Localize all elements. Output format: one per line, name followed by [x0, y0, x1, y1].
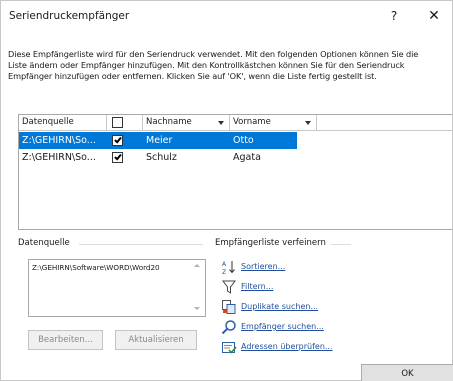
close-button[interactable]: ✕	[419, 5, 449, 27]
row-checkbox-cell	[107, 132, 143, 149]
svg-text:A: A	[222, 261, 227, 268]
refresh-button[interactable]: Aktualisieren	[115, 330, 197, 350]
divider	[331, 244, 351, 245]
find-recipient-link[interactable]: Empfänger suchen...	[241, 322, 324, 331]
mail-merge-recipients-dialog: Seriendruckempfänger ? ✕ Diese Empfänger…	[0, 0, 453, 381]
table-row[interactable]: Z:\GEHIRN\So... Meier Otto	[19, 132, 297, 149]
duplicates-link[interactable]: Duplikate suchen...	[241, 302, 318, 311]
table-header: Datenquelle Nachname Vorname	[19, 115, 453, 131]
validate-addresses-link[interactable]: Adressen überprüfen...	[241, 342, 333, 351]
row-first-name: Otto	[233, 135, 254, 146]
description-line: Diese Empfängerliste wird für den Serien…	[8, 49, 419, 59]
divider	[79, 244, 203, 245]
scroll-up-icon[interactable]	[194, 264, 200, 267]
help-button[interactable]: ?	[379, 5, 409, 27]
checkmark-icon	[114, 152, 122, 161]
dialog-title: Seriendruckempfänger	[9, 10, 130, 22]
datasource-list[interactable]: Z:\GEHIRN\Software\WORD\Word20	[28, 259, 206, 317]
description-line: Liste ändern oder Empfänger hinzufügen. …	[8, 60, 405, 70]
column-header-first-name[interactable]: Vorname	[230, 115, 317, 131]
sort-icon: A Z	[222, 261, 235, 275]
row-last-name: Meier	[146, 135, 173, 146]
validate-address-icon	[222, 342, 237, 354]
checkmark-icon	[114, 135, 122, 144]
column-header-last-name-label: Nachname	[146, 117, 192, 127]
edit-button[interactable]: Bearbeiten...	[28, 330, 103, 350]
table-row[interactable]: Z:\GEHIRN\So... Schulz Agata	[19, 149, 297, 166]
search-icon	[221, 320, 236, 335]
row-checkbox[interactable]	[112, 135, 123, 146]
chevron-down-icon[interactable]	[305, 121, 311, 125]
scroll-down-icon[interactable]	[194, 307, 200, 310]
refine-section-label: Empfängerliste verfeinern	[215, 238, 326, 248]
column-header-select-all[interactable]	[107, 115, 143, 131]
datasource-scrollbar[interactable]	[189, 260, 206, 316]
row-checkbox-cell	[107, 149, 143, 166]
recipient-table[interactable]: Datenquelle Nachname Vorname Z:\GEHIRN\S…	[18, 114, 453, 230]
row-checkbox[interactable]	[112, 152, 123, 163]
duplicates-icon	[222, 300, 236, 314]
filter-icon	[222, 280, 236, 294]
ok-button[interactable]: OK	[361, 364, 453, 381]
datasource-section-label: Datenquelle	[18, 238, 70, 248]
column-header-source-label: Datenquelle	[22, 117, 74, 127]
column-header-first-name-label: Vorname	[233, 117, 271, 127]
row-last-name: Schulz	[146, 152, 177, 163]
description-line: Empfänger hinzufügen oder entfernen. Kli…	[8, 71, 377, 81]
row-source: Z:\GEHIRN\So...	[22, 152, 96, 163]
sort-link[interactable]: Sortieren...	[241, 262, 285, 271]
title-bar[interactable]: Seriendruckempfänger ? ✕	[1, 1, 452, 31]
chevron-down-icon[interactable]	[218, 121, 224, 125]
select-all-checkbox[interactable]	[112, 117, 123, 128]
description-text: Diese Empfängerliste wird für den Serien…	[8, 49, 453, 82]
column-header-source[interactable]: Datenquelle	[19, 115, 107, 131]
datasource-path[interactable]: Z:\GEHIRN\Software\WORD\Word20	[32, 263, 182, 272]
row-source: Z:\GEHIRN\So...	[22, 135, 96, 146]
row-first-name: Agata	[233, 152, 261, 163]
svg-text:Z: Z	[222, 269, 226, 275]
column-header-last-name[interactable]: Nachname	[143, 115, 230, 131]
filter-link[interactable]: Filtern...	[241, 282, 273, 291]
